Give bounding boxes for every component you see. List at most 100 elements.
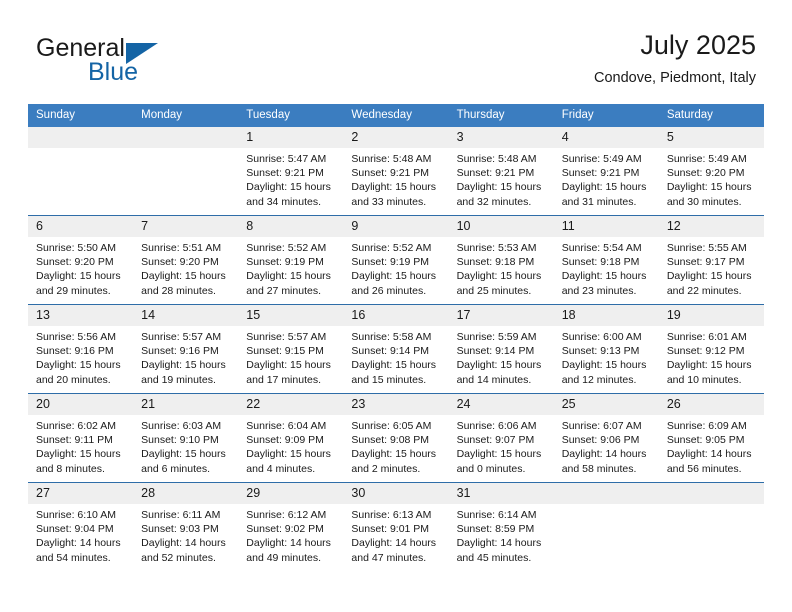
sunset-time: Sunset: 9:10 PM: [141, 434, 219, 447]
sunrise-time: Sunrise: 5:53 AM: [456, 242, 537, 254]
calendar-day-cell[interactable]: 23 Sunrise: 6:05 AM Sunset: 9:08 PM Dayligh…: [343, 393, 449, 483]
calendar-week-row: 1 Sunrise: 5:47 AM Sunset: 9:21 PM Daylight…: [28, 127, 764, 216]
calendar-day-cell[interactable]: 5 Sunrise: 5:49 AM Sunset: 9:20 PM Daylight…: [658, 127, 764, 216]
calendar-day-cell[interactable]: 26 Sunrise: 6:09 AM Sunset: 9:05 PM Dayligh…: [658, 393, 764, 483]
day-number: 21: [133, 394, 239, 415]
daylight-duration-line2: and 12 minutes.: [561, 373, 637, 386]
day-number: [658, 483, 764, 504]
day-number: 11: [553, 216, 659, 237]
general-blue-logo[interactable]: General Blue: [36, 36, 266, 88]
sunrise-time: Sunrise: 5:52 AM: [351, 242, 432, 254]
sunrise-time: Sunrise: 6:11 AM: [141, 509, 221, 521]
day-number: 20: [28, 394, 134, 415]
sunset-time: Sunset: 9:12 PM: [666, 345, 745, 358]
daylight-duration-line2: and 14 minutes.: [456, 373, 532, 386]
daylight-duration-line1: Daylight: 15 hours: [351, 270, 437, 283]
daylight-duration-line1: Daylight: 15 hours: [246, 270, 331, 283]
day-details: Sunrise: 5:57 AM Sunset: 9:16 PM Daylight:…: [133, 326, 238, 387]
calendar-day-cell[interactable]: 28 Sunrise: 6:11 AM Sunset: 9:03 PM Dayligh…: [133, 482, 239, 571]
sunrise-time: Sunrise: 6:02 AM: [36, 420, 116, 432]
daylight-duration-line1: Daylight: 15 hours: [666, 270, 752, 283]
sunrise-time: Sunrise: 5:56 AM: [36, 331, 116, 343]
day-number: 5: [658, 127, 764, 148]
calendar-day-cell[interactable]: 31 Sunrise: 6:14 AM Sunset: 8:59 PM Dayligh…: [448, 482, 554, 571]
sunset-time: Sunset: 9:13 PM: [561, 345, 640, 358]
calendar-day-cell[interactable]: 22 Sunrise: 6:04 AM Sunset: 9:09 PM Dayligh…: [238, 393, 344, 483]
calendar-day-cell[interactable]: 1 Sunrise: 5:47 AM Sunset: 9:21 PM Daylight…: [238, 127, 344, 216]
daylight-duration-line1: Daylight: 15 hours: [141, 359, 226, 372]
weekday-header-saturday: Saturday: [658, 104, 764, 127]
calendar-day-cell[interactable]: 9 Sunrise: 5:52 AM Sunset: 9:19 PM Daylight…: [343, 215, 449, 305]
calendar-week-row: 13 Sunrise: 5:56 AM Sunset: 9:16 PM Dayligh…: [28, 304, 764, 394]
sunset-time: Sunset: 9:06 PM: [561, 434, 640, 447]
day-details: Sunrise: 6:02 AM Sunset: 9:11 PM Daylight:…: [28, 415, 133, 476]
day-details: Sunrise: 6:14 AM Sunset: 8:59 PM Daylight:…: [449, 504, 554, 565]
calendar-day-cell[interactable]: 18 Sunrise: 6:00 AM Sunset: 9:13 PM Dayligh…: [553, 304, 659, 394]
calendar-day-cell[interactable]: 13 Sunrise: 5:56 AM Sunset: 9:16 PM Dayligh…: [28, 304, 134, 394]
sunset-time: Sunset: 9:09 PM: [246, 434, 324, 447]
sunset-time: Sunset: 9:20 PM: [141, 256, 219, 269]
calendar-day-cell[interactable]: 10 Sunrise: 5:53 AM Sunset: 9:18 PM Dayligh…: [448, 215, 554, 305]
daylight-duration-line1: Daylight: 14 hours: [561, 448, 647, 461]
day-number: 23: [343, 394, 449, 415]
sunset-time: Sunset: 9:21 PM: [561, 167, 640, 180]
calendar-day-cell[interactable]: 24 Sunrise: 6:06 AM Sunset: 9:07 PM Dayligh…: [448, 393, 554, 483]
daylight-duration-line1: Daylight: 15 hours: [561, 270, 647, 283]
daylight-duration-line2: and 28 minutes.: [141, 284, 216, 297]
calendar-day-cell[interactable]: 6 Sunrise: 5:50 AM Sunset: 9:20 PM Daylight…: [28, 215, 134, 305]
calendar-day-cell[interactable]: 21 Sunrise: 6:03 AM Sunset: 9:10 PM Dayligh…: [133, 393, 239, 483]
calendar-day-cell[interactable]: 8 Sunrise: 5:52 AM Sunset: 9:19 PM Daylight…: [238, 215, 344, 305]
daylight-duration-line2: and 19 minutes.: [141, 373, 216, 386]
sunrise-time: Sunrise: 5:52 AM: [246, 242, 327, 254]
daylight-duration-line2: and 25 minutes.: [456, 284, 532, 297]
calendar-day-cell[interactable]: 4 Sunrise: 5:49 AM Sunset: 9:21 PM Daylight…: [553, 127, 659, 216]
daylight-duration-line2: and 4 minutes.: [246, 462, 316, 475]
calendar-day-cell[interactable]: 17 Sunrise: 5:59 AM Sunset: 9:14 PM Dayligh…: [448, 304, 554, 394]
day-details: Sunrise: 6:12 AM Sunset: 9:02 PM Daylight:…: [238, 504, 343, 565]
daylight-duration-line2: and 58 minutes.: [561, 462, 637, 475]
calendar-day-cell[interactable]: 2 Sunrise: 5:48 AM Sunset: 9:21 PM Daylight…: [343, 127, 449, 216]
calendar-day-cell[interactable]: 14 Sunrise: 5:57 AM Sunset: 9:16 PM Dayligh…: [133, 304, 239, 394]
day-number: 7: [133, 216, 239, 237]
daylight-duration-line1: Daylight: 15 hours: [351, 359, 437, 372]
sunrise-time: Sunrise: 5:55 AM: [666, 242, 747, 254]
calendar-day-cell[interactable]: 20 Sunrise: 6:02 AM Sunset: 9:11 PM Dayligh…: [28, 393, 134, 483]
calendar-day-cell[interactable]: 16 Sunrise: 5:58 AM Sunset: 9:14 PM Dayligh…: [343, 304, 449, 394]
day-number: 4: [553, 127, 659, 148]
daylight-duration-line2: and 8 minutes.: [36, 462, 105, 475]
weekday-header-monday: Monday: [133, 104, 239, 127]
daylight-duration-line2: and 52 minutes.: [141, 551, 216, 564]
calendar-day-cell[interactable]: 11 Sunrise: 5:54 AM Sunset: 9:18 PM Dayligh…: [553, 215, 659, 305]
sunset-time: Sunset: 9:20 PM: [36, 256, 114, 269]
sunset-time: Sunset: 9:03 PM: [141, 523, 219, 536]
sunset-time: Sunset: 9:02 PM: [246, 523, 324, 536]
weekday-header-wednesday: Wednesday: [343, 104, 449, 127]
calendar-day-cell[interactable]: 25 Sunrise: 6:07 AM Sunset: 9:06 PM Dayligh…: [553, 393, 659, 483]
calendar-page: General Blue July 2025 Condove, Piedmont…: [0, 0, 792, 612]
day-details: Sunrise: 5:48 AM Sunset: 9:21 PM Daylight:…: [449, 148, 554, 209]
daylight-duration-line1: Daylight: 15 hours: [36, 448, 121, 461]
sunset-time: Sunset: 9:21 PM: [351, 167, 430, 180]
sunset-time: Sunset: 9:21 PM: [456, 167, 535, 180]
calendar-day-cell[interactable]: 30 Sunrise: 6:13 AM Sunset: 9:01 PM Dayligh…: [343, 482, 449, 571]
daylight-duration-line2: and 33 minutes.: [351, 195, 427, 208]
day-number: [28, 127, 134, 148]
sunset-time: Sunset: 9:14 PM: [456, 345, 535, 358]
calendar-day-cell[interactable]: 3 Sunrise: 5:48 AM Sunset: 9:21 PM Daylight…: [448, 127, 554, 216]
sunset-time: Sunset: 9:08 PM: [351, 434, 430, 447]
logo-text-blue: Blue: [88, 58, 139, 86]
calendar-week-row: 27 Sunrise: 6:10 AM Sunset: 9:04 PM Dayligh…: [28, 482, 764, 571]
calendar-header-row: Sunday Monday Tuesday Wednesday Thursday…: [28, 104, 764, 127]
calendar-day-cell[interactable]: 27 Sunrise: 6:10 AM Sunset: 9:04 PM Dayligh…: [28, 482, 134, 571]
sunrise-time: Sunrise: 6:03 AM: [141, 420, 222, 432]
calendar-day-cell[interactable]: 7 Sunrise: 5:51 AM Sunset: 9:20 PM Daylight…: [133, 215, 239, 305]
calendar-day-cell[interactable]: 15 Sunrise: 5:57 AM Sunset: 9:15 PM Dayligh…: [238, 304, 344, 394]
day-details: Sunrise: 6:04 AM Sunset: 9:09 PM Daylight:…: [238, 415, 343, 476]
calendar-day-cell[interactable]: 12 Sunrise: 5:55 AM Sunset: 9:17 PM Dayligh…: [658, 215, 764, 305]
daylight-duration-line2: and 45 minutes.: [456, 551, 532, 564]
day-number: 17: [448, 305, 554, 326]
daylight-duration-line2: and 0 minutes.: [456, 462, 526, 475]
calendar-day-cell[interactable]: 19 Sunrise: 6:01 AM Sunset: 9:12 PM Dayligh…: [658, 304, 764, 394]
sunrise-time: Sunrise: 6:13 AM: [351, 509, 432, 521]
calendar-day-cell[interactable]: 29 Sunrise: 6:12 AM Sunset: 9:02 PM Dayligh…: [238, 482, 344, 571]
